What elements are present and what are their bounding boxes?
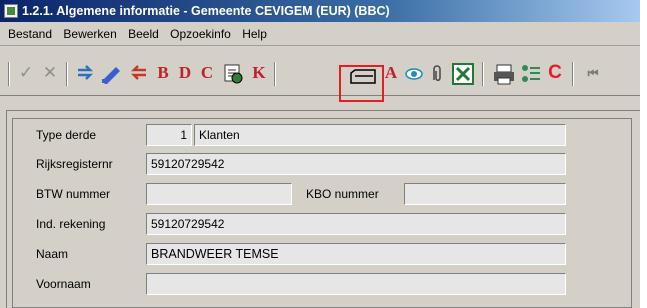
menu-bewerken[interactable]: Bewerken bbox=[63, 27, 116, 41]
d-button[interactable]: D bbox=[176, 62, 194, 84]
c-red-button[interactable]: C bbox=[546, 62, 564, 84]
type-derde-name-field[interactable]: Klanten bbox=[194, 124, 566, 146]
c-button[interactable]: C bbox=[198, 62, 216, 84]
confirm-button[interactable]: ✓ bbox=[16, 62, 36, 84]
toolbar-separator bbox=[572, 62, 574, 86]
ind-rekening-label: Ind. rekening bbox=[36, 217, 106, 231]
menu-bestand[interactable]: Bestand bbox=[8, 27, 52, 41]
toolbar-separator bbox=[482, 62, 484, 86]
menu-bar: Bestand Bewerken Beeld Opzoekinfo Help bbox=[0, 22, 640, 46]
ind-rekening-field[interactable]: 59120729542 bbox=[146, 213, 566, 235]
naam-field[interactable]: BRANDWEER TEMSE bbox=[146, 243, 566, 265]
paperclip-icon[interactable] bbox=[430, 64, 444, 84]
kbo-label: KBO nummer bbox=[306, 187, 379, 201]
voornaam-label: Voornaam bbox=[36, 277, 91, 291]
menu-beeld[interactable]: Beeld bbox=[128, 27, 159, 41]
b-button[interactable]: B bbox=[154, 62, 172, 84]
window-edge bbox=[640, 0, 647, 308]
rijksregister-field[interactable]: 59120729542 bbox=[146, 153, 566, 175]
menu-help[interactable]: Help bbox=[242, 27, 267, 41]
cancel-button[interactable]: ✕ bbox=[40, 62, 60, 84]
rijksregister-label: Rijksregisternr bbox=[36, 157, 113, 171]
a-button[interactable]: A bbox=[383, 62, 399, 84]
eye-icon[interactable] bbox=[404, 65, 424, 83]
application-window: 1.2.1. Algemene informatie - Gemeente CE… bbox=[0, 0, 647, 308]
menu-opzoekinfo[interactable]: Opzoekinfo bbox=[170, 27, 231, 41]
type-derde-code-field[interactable]: 1 bbox=[146, 124, 192, 146]
file-search-icon[interactable] bbox=[222, 63, 246, 85]
first-record-icon[interactable]: ⏮ bbox=[584, 62, 602, 84]
kbo-field[interactable] bbox=[404, 183, 566, 205]
app-icon bbox=[4, 4, 18, 18]
toolbar-separator bbox=[274, 62, 276, 86]
btw-label: BTW nummer bbox=[36, 187, 111, 201]
k-button[interactable]: K bbox=[250, 62, 268, 84]
edit-pencil-icon[interactable] bbox=[100, 64, 122, 84]
arrow-double-left-icon[interactable] bbox=[128, 64, 148, 84]
title-bar: 1.2.1. Algemene informatie - Gemeente CE… bbox=[0, 0, 640, 22]
toolbar: ✓ ✕ B D C K A C ⏮ bbox=[0, 52, 640, 96]
toolbar-separator bbox=[66, 62, 68, 86]
highlight-box bbox=[339, 65, 384, 102]
naam-label: Naam bbox=[36, 247, 69, 261]
excel-icon[interactable] bbox=[452, 63, 474, 85]
printer-icon[interactable] bbox=[492, 63, 516, 85]
type-derde-label: Type derde bbox=[36, 128, 97, 142]
list-tree-icon[interactable] bbox=[520, 63, 542, 85]
arrow-double-right-icon[interactable] bbox=[76, 64, 96, 84]
window-title: 1.2.1. Algemene informatie - Gemeente CE… bbox=[22, 4, 390, 18]
voornaam-field[interactable] bbox=[146, 273, 566, 295]
btw-field[interactable] bbox=[146, 183, 292, 205]
toolbar-separator bbox=[8, 62, 10, 86]
